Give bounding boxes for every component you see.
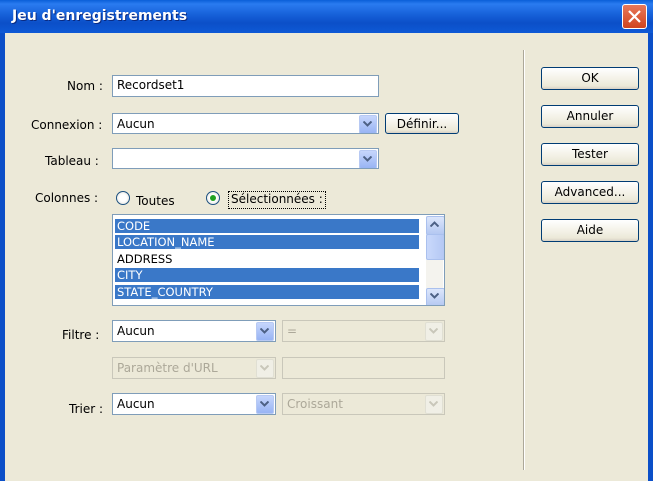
table-label: Tableau :	[45, 154, 99, 168]
help-button[interactable]: Aide	[541, 219, 639, 242]
list-item[interactable]: CODE	[115, 219, 419, 233]
filter-column-value: Aucun	[117, 324, 155, 338]
test-button-label: Tester	[572, 147, 608, 161]
sort-label: Trier :	[69, 402, 104, 416]
sort-order-value: Croissant	[287, 397, 343, 411]
filter-operator-dropdown-button[interactable]	[425, 322, 443, 341]
table-dropdown-button[interactable]	[359, 150, 377, 168]
scroll-thumb[interactable]	[426, 234, 444, 260]
window-frame-left	[0, 33, 5, 481]
sort-order-select[interactable]: Croissant	[282, 393, 445, 415]
test-button[interactable]: Tester	[541, 143, 639, 166]
ok-button[interactable]: OK	[541, 67, 639, 90]
window-frame-right	[648, 33, 653, 481]
filter-operator-select[interactable]: =	[282, 320, 445, 342]
list-item[interactable]: STATE_COUNTRY	[115, 285, 419, 299]
list-item[interactable]: CITY	[115, 268, 419, 282]
name-label: Nom :	[67, 79, 103, 93]
sort-order-dropdown-button[interactable]	[425, 395, 443, 414]
chevron-down-icon	[363, 121, 372, 127]
chevron-down-icon	[260, 365, 269, 371]
define-button-label: Définir...	[396, 117, 448, 131]
connection-value: Aucun	[117, 117, 155, 131]
advanced-button[interactable]: Advanced...	[541, 181, 639, 204]
list-scrollbar[interactable]	[426, 216, 444, 305]
window-title: Jeu d'enregistrements	[12, 8, 188, 24]
help-button-label: Aide	[576, 223, 604, 237]
filter-param-input[interactable]	[282, 357, 445, 379]
vertical-separator	[523, 50, 525, 470]
filter-param-value: Paramètre d'URL	[117, 361, 218, 375]
advanced-button-label: Advanced...	[554, 185, 626, 199]
scroll-up-button[interactable]	[426, 216, 444, 235]
ok-button-label: OK	[581, 71, 599, 85]
connection-label: Connexion :	[31, 118, 103, 132]
columns-listbox[interactable]: CODE LOCATION_NAME ADDRESS CITY STATE_CO…	[112, 214, 445, 306]
filter-column-dropdown-button[interactable]	[256, 322, 274, 341]
name-input[interactable]: Recordset1	[112, 75, 379, 97]
filter-param-select[interactable]: Paramètre d'URL	[112, 357, 276, 379]
chevron-down-icon	[430, 293, 439, 299]
chevron-down-icon	[429, 401, 438, 407]
filter-operator-value: =	[287, 324, 298, 338]
filter-label: Filtre :	[62, 328, 100, 342]
define-button[interactable]: Définir...	[385, 113, 459, 134]
cancel-button-label: Annuler	[566, 109, 614, 123]
radio-selected-label: Sélectionnées :	[228, 191, 326, 209]
chevron-down-icon	[260, 328, 269, 334]
list-item[interactable]: ADDRESS	[115, 252, 419, 266]
close-button[interactable]	[622, 4, 647, 29]
chevron-down-icon	[429, 328, 438, 334]
list-item[interactable]: LOCATION_NAME	[115, 235, 419, 249]
sort-column-dropdown-button[interactable]	[256, 395, 274, 414]
sort-column-value: Aucun	[117, 397, 155, 411]
radio-selected[interactable]	[206, 191, 220, 205]
table-select[interactable]	[112, 148, 379, 169]
close-icon	[628, 10, 641, 23]
columns-label: Colonnes :	[35, 191, 99, 205]
radio-selected-dot	[210, 195, 216, 201]
radio-all[interactable]	[116, 191, 130, 205]
connection-select[interactable]: Aucun	[112, 113, 379, 134]
radio-all-label: Toutes	[136, 194, 175, 208]
filter-column-select[interactable]: Aucun	[112, 320, 276, 342]
connection-dropdown-button[interactable]	[359, 115, 377, 133]
chevron-down-icon	[363, 156, 372, 162]
cancel-button[interactable]: Annuler	[541, 105, 639, 128]
scroll-down-button[interactable]	[426, 288, 444, 305]
chevron-down-icon	[260, 401, 269, 407]
filter-param-dropdown-button[interactable]	[256, 359, 274, 378]
sort-column-select[interactable]: Aucun	[112, 393, 276, 415]
chevron-up-icon	[430, 221, 439, 227]
